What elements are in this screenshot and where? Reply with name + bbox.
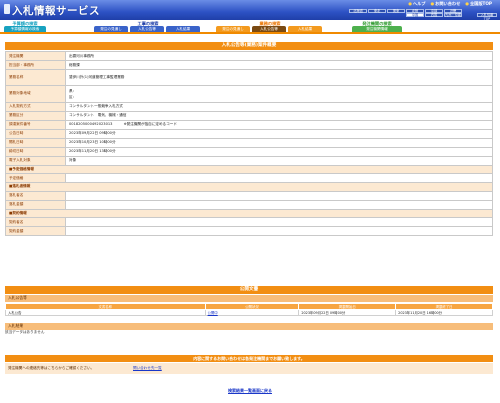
row-contract-amount: 契約金額 xyxy=(5,226,493,237)
budget-nav: 予算額の検索 予算額情報の検索 xyxy=(4,21,46,32)
header-links: ヘルプ お問い合わせ 全国版TOP xyxy=(408,1,492,7)
row-opening: 開札日時 2023年10月23日 10時00分 xyxy=(5,137,493,148)
back-to-results-link[interactable]: 検索結果一覧画面に戻る xyxy=(0,388,500,394)
national-top-link[interactable]: 全国版TOP xyxy=(465,1,492,7)
detail-title: 入札公告等(業務)案件概要 xyxy=(5,42,493,50)
group-contract-head: ■契約情報 xyxy=(5,208,493,219)
label-contract-name: 契約者名 xyxy=(5,217,66,228)
row-planned-price: 予定価格 xyxy=(5,173,493,184)
no-data-message: 該当データはありません xyxy=(5,330,45,334)
row-method: 入札契約方式 コンサルタント一般競争入札方式 xyxy=(5,101,493,112)
row-category: 業務区分 コンサルタント 電気、機械・通信 xyxy=(5,110,493,121)
logo-mark xyxy=(4,4,10,14)
region-hokkaido[interactable]: 北海道 xyxy=(349,9,367,13)
region-chugoku[interactable]: 中国 xyxy=(406,13,424,17)
value-area-district: 区： xyxy=(69,94,77,99)
value-low-bid-name xyxy=(65,190,493,201)
label-electronic: 電子入札対象 xyxy=(5,155,66,166)
value-submit: 2023年11月20日 13時00分 xyxy=(65,146,493,157)
number-note: ※発注機関が独自に定めるコード xyxy=(123,122,177,127)
group-low-bid-head: ■落札者情報 xyxy=(5,182,493,192)
row-low-bid-name: 落札者名 xyxy=(5,190,493,201)
contact-list-link[interactable]: 問い合わせ先一覧 xyxy=(133,363,162,374)
value-method: コンサルタント一般競争入札方式 xyxy=(65,101,493,112)
label-number: 調達案件番号 xyxy=(5,119,66,130)
contact-notice: 内容に関するお問い合わせは各発注機関までお願い致します。 xyxy=(5,355,493,362)
doc-status-link[interactable]: 公開中 xyxy=(204,308,300,316)
label-announce: 公告日時 xyxy=(5,128,66,139)
label-low-bid-name: 落札者名 xyxy=(5,190,66,201)
region-selector-row2: 中国 四国 九州・沖縄 xyxy=(406,13,462,17)
value-number: 0018205000492023013 xyxy=(69,122,113,127)
group-low-bid: ■落札者情報 xyxy=(5,182,493,192)
region-shikoku[interactable]: 四国 xyxy=(425,13,443,17)
label-low-bid-amount: 落札金額 xyxy=(5,199,66,210)
value-agency: 出雲河川事務所 xyxy=(65,51,493,61)
label-planned-price: 予定価格 xyxy=(5,173,66,184)
value-electronic: 対象 xyxy=(65,155,493,166)
group-contract: ■契約情報 xyxy=(5,208,493,219)
site-header: 入札情報サービス ヘルプ お問い合わせ 全国版TOP 北海道 東北 関東 北陸 … xyxy=(0,0,500,20)
help-link[interactable]: ヘルプ xyxy=(408,1,426,7)
row-contract-name: 契約者名 xyxy=(5,217,493,228)
docs-subheader-results: 入札結果 xyxy=(5,323,493,330)
row-electronic: 電子入札対象 対象 xyxy=(5,155,493,166)
contact-text: 発注機関への連絡先等はこちらからご確認ください。 xyxy=(8,366,95,370)
region-kyushu[interactable]: 九州・沖縄 xyxy=(444,13,462,17)
docs-table: 文書名称 公開状況 掲載開始日 掲載終了日 入札公告 公開中 2023年09月2… xyxy=(5,302,493,316)
label-opening: 開札日時 xyxy=(5,137,66,148)
contact-link-header[interactable]: お問い合わせ xyxy=(430,1,460,7)
doc-end: 2023年11月20日 16時00分 xyxy=(395,308,493,316)
nav-divider xyxy=(0,32,500,34)
row-announce: 公告日時 2023年09月22日 09時00分 xyxy=(5,128,493,139)
region-kanto[interactable]: 関東 xyxy=(387,9,405,13)
label-area: 業務対象地域 xyxy=(5,84,66,103)
docs-subheader-announcements: 入札公告等 xyxy=(5,295,493,302)
value-contract-name xyxy=(65,217,493,228)
value-contract-amount xyxy=(65,226,493,237)
label-submit: 締切日時 xyxy=(5,146,66,157)
agencies-nav: 発注機関の検索 発注機関情報 xyxy=(352,21,402,32)
label-agency: 発注機関 xyxy=(5,51,66,61)
value-name: 斐伊川外(1)河道管理工事監理業務 xyxy=(65,69,493,86)
region-tohoku[interactable]: 東北 xyxy=(368,9,386,13)
row-office: 担当部・事務所 総務課 xyxy=(5,60,493,70)
value-announce: 2023年09月22日 09時00分 xyxy=(65,128,493,139)
doc-start: 2023年09月22日 09時00分 xyxy=(298,308,397,316)
detail-table: 発注機関 出雲河川事務所 担当部・事務所 総務課 業務名称 斐伊川外(1)河道管… xyxy=(5,51,493,237)
row-agency: 発注機関 出雲河川事務所 xyxy=(5,51,493,61)
label-office: 担当部・事務所 xyxy=(5,60,66,70)
row-number: 調達案件番号 0018205000492023013 ※発注機関が独自に定めるコ… xyxy=(5,119,493,130)
bid-info-top-button[interactable]: 入札情報TOP xyxy=(477,13,497,20)
value-number-cell: 0018205000492023013 ※発注機関が独自に定めるコード xyxy=(65,119,493,130)
row-area: 業務対象地域 県： 区： xyxy=(5,84,493,103)
contact-row: 発注機関への連絡先等はこちらからご確認ください。 問い合わせ先一覧 xyxy=(5,363,493,374)
row-low-bid-amount: 落札金額 xyxy=(5,199,493,210)
group-planned-price-head: ■予定価格情報 xyxy=(5,164,493,175)
label-category: 業務区分 xyxy=(5,110,66,121)
label-contract-amount: 契約金額 xyxy=(5,226,66,237)
docs-title: 公開文書 xyxy=(5,286,493,294)
services-nav: 業務の検索 発注の見通し 入札公告等 入札結果 xyxy=(216,21,324,32)
label-name: 業務名称 xyxy=(5,69,66,86)
works-nav: 工事の検索 発注の見通し 入札公告等 入札結果 xyxy=(94,21,202,32)
label-method: 入札契約方式 xyxy=(5,101,66,112)
row-submit: 締切日時 2023年11月20日 13時00分 xyxy=(5,146,493,157)
value-office: 総務課 xyxy=(65,60,493,70)
value-category: コンサルタント 電気、機械・通信 xyxy=(65,110,493,121)
value-planned-price xyxy=(65,173,493,184)
row-name: 業務名称 斐伊川外(1)河道管理工事監理業務 xyxy=(5,69,493,86)
doc-name: 入札公告 xyxy=(5,308,206,316)
value-low-bid-amount xyxy=(65,199,493,210)
group-planned-price: ■予定価格情報 xyxy=(5,164,493,175)
value-opening: 2023年10月23日 10時00分 xyxy=(65,137,493,148)
table-row: 入札公告 公開中 2023年09月22日 09時00分 2023年11月20日 … xyxy=(5,308,493,316)
site-title[interactable]: 入札情報サービス xyxy=(12,3,100,18)
value-area: 県： 区： xyxy=(65,84,493,103)
